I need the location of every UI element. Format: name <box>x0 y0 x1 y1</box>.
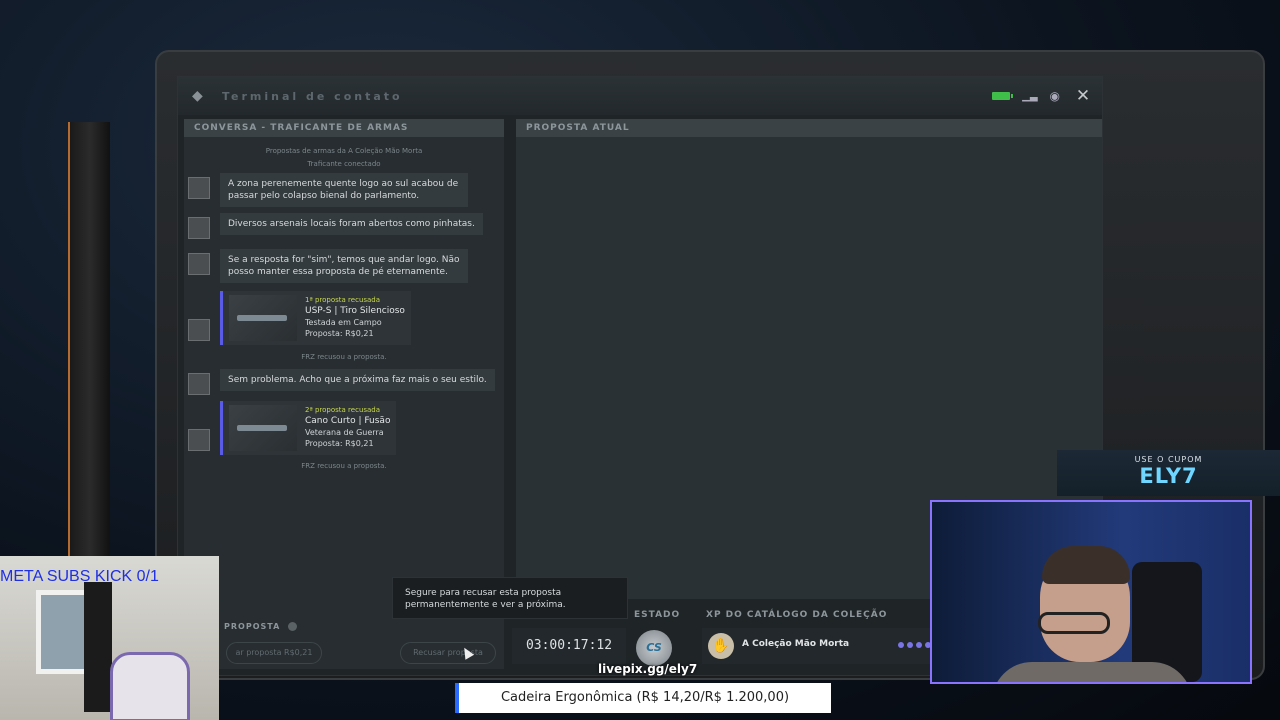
offer-price: Proposta: R$0,21 <box>305 329 374 338</box>
chat-header: CONVERSA - TRAFICANTE DE ARMAS <box>184 119 504 137</box>
progress-dot <box>916 642 922 648</box>
offer-details: 1ª proposta recusada USP-S | Tiro Silenc… <box>305 295 405 341</box>
streamer-webcam <box>930 500 1252 684</box>
offer-wear: Testada em Campo <box>305 318 382 327</box>
reject-offer-button[interactable]: Recusar proposta <box>400 642 496 664</box>
titlebar-icons: ▁▃ ◉ ✕ <box>992 85 1094 107</box>
room-camera: META SUBS KICK 0/1 <box>0 556 219 720</box>
message-text: Se a resposta for "sim", temos que andar… <box>220 249 468 283</box>
livepix-url: livepix.gg/ely7 <box>598 662 698 676</box>
dealer-avatar <box>188 373 210 395</box>
app-logo-icon: ◆ <box>192 88 203 104</box>
status-bar: ESTADO XP DO CATÁLOGO DA COLEÇÃO 03:00:1… <box>512 608 952 674</box>
offer-name: Cano Curto | Fusão <box>305 416 391 426</box>
dealer-avatar <box>188 217 210 239</box>
chat-subtitle-line1: Propostas de armas da A Coleção Mão Mort… <box>265 147 423 155</box>
current-offer-header: PROPOSTA ATUAL <box>516 119 1102 137</box>
progress-dot <box>898 642 904 648</box>
coupon-code: ELY7 <box>1139 464 1198 488</box>
coupon-label: USE O CUPOM <box>1134 455 1203 464</box>
room-gaming-chair <box>110 652 190 720</box>
offer-body: 1ª proposta recusada USP-S | Tiro Silenc… <box>220 291 411 345</box>
offer-wear: Veterana de Guerra <box>305 428 384 437</box>
offer-name: USP-S | Tiro Silencioso <box>305 306 405 316</box>
collection-name: A Coleção Mão Morta <box>742 639 850 649</box>
dealer-avatar <box>188 429 210 451</box>
message-text: Diversos arsenais locais foram abertos c… <box>220 213 483 235</box>
info-icon[interactable] <box>288 622 298 631</box>
offer-status: 2ª proposta recusada <box>305 406 381 414</box>
accept-offer-button[interactable]: ar proposta R$0,21 <box>226 642 322 664</box>
progress-dots <box>898 642 931 648</box>
estado-label: ESTADO <box>634 610 681 620</box>
titlebar: ◆ Terminal de contato ▁▃ ◉ ✕ <box>178 77 1102 115</box>
countdown-timer: 03:00:17:12 <box>512 628 626 664</box>
offer-card[interactable]: 2ª proposta recusada Cano Curto | Fusão … <box>188 401 397 455</box>
meta-subs-goal: META SUBS KICK 0/1 <box>0 568 159 585</box>
signal-icon: ▁▃ <box>1022 90 1038 102</box>
chat-message: Sem problema. Acho que a próxima faz mai… <box>188 369 495 395</box>
offer-body: 2ª proposta recusada Cano Curto | Fusão … <box>220 401 397 455</box>
offer-actions: PROPOSTA ar proposta R$0,21 Recusar prop… <box>184 622 504 672</box>
chat-subtitle: Propostas de armas da A Coleção Mão Mort… <box>184 145 504 171</box>
battery-icon <box>992 92 1014 100</box>
coupon-overlay: USE O CUPOM ELY7 <box>1057 450 1280 496</box>
chat-subtitle-line2: Traficante conectado <box>307 160 381 168</box>
sawed-off-weapon-image <box>229 405 297 451</box>
offer-note: FRZ recusou a proposta. <box>301 462 387 470</box>
xp-label: XP DO CATÁLOGO DA COLEÇÃO <box>706 610 888 620</box>
offer-card[interactable]: 1ª proposta recusada USP-S | Tiro Silenc… <box>188 291 411 345</box>
streamer-shirt <box>992 662 1192 682</box>
close-button[interactable]: ✕ <box>1072 85 1094 107</box>
window-title: Terminal de contato <box>222 89 403 103</box>
offer-status: 1ª proposta recusada <box>305 296 381 304</box>
message-text: A zona perenemente quente logo ao sul ac… <box>220 173 468 207</box>
hand-icon: ✋ <box>708 633 734 659</box>
collection-xp[interactable]: ✋ A Coleção Mão Morta <box>702 628 942 664</box>
chat-message: A zona perenemente quente logo ao sul ac… <box>188 173 468 207</box>
offer-note: FRZ recusou a proposta. <box>301 353 387 361</box>
dealer-avatar <box>188 319 210 341</box>
glasses <box>1038 612 1110 634</box>
proposta-label-text: PROPOSTA <box>224 622 281 631</box>
message-text: Sem problema. Acho que a próxima faz mai… <box>220 369 495 391</box>
dealer-avatar <box>188 177 210 199</box>
chat-message: Diversos arsenais locais foram abertos c… <box>188 213 483 239</box>
usp-s-weapon-image <box>229 295 297 341</box>
globe-icon: ◉ <box>1049 89 1060 103</box>
offer-details: 2ª proposta recusada Cano Curto | Fusão … <box>305 405 390 451</box>
donation-goal-bar: Cadeira Ergonômica (R$ 14,20/R$ 1.200,00… <box>455 683 831 713</box>
progress-dot <box>907 642 913 648</box>
background-decoration <box>68 122 110 562</box>
cs-logo-icon: CS <box>636 630 672 666</box>
curtain <box>84 582 112 712</box>
chat-message: Se a resposta for "sim", temos que andar… <box>188 249 468 283</box>
streamer-hair <box>1042 546 1130 584</box>
offer-price: Proposta: R$0,21 <box>305 439 374 448</box>
proposta-label: PROPOSTA <box>224 622 298 631</box>
dealer-avatar <box>188 253 210 275</box>
